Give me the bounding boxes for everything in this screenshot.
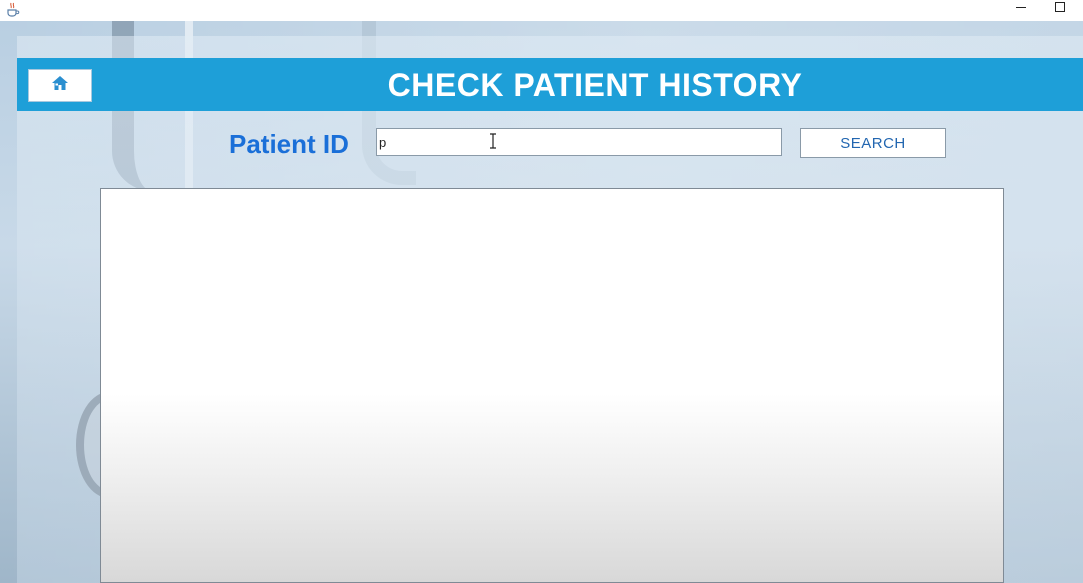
window-titlebar [0,0,1083,22]
patient-id-label: Patient ID [229,129,349,159]
maximize-icon[interactable] [1042,0,1078,20]
text-cursor-icon [489,133,497,149]
minimize-icon[interactable] [1003,0,1039,20]
patient-history-results-area [100,188,1004,583]
home-icon [51,75,69,96]
patient-id-input[interactable] [376,128,782,156]
home-button[interactable] [28,69,92,102]
java-cup-icon [5,1,21,17]
search-button[interactable]: SEARCH [800,128,946,158]
page-title: CHECK PATIENT HISTORY [387,67,803,103]
